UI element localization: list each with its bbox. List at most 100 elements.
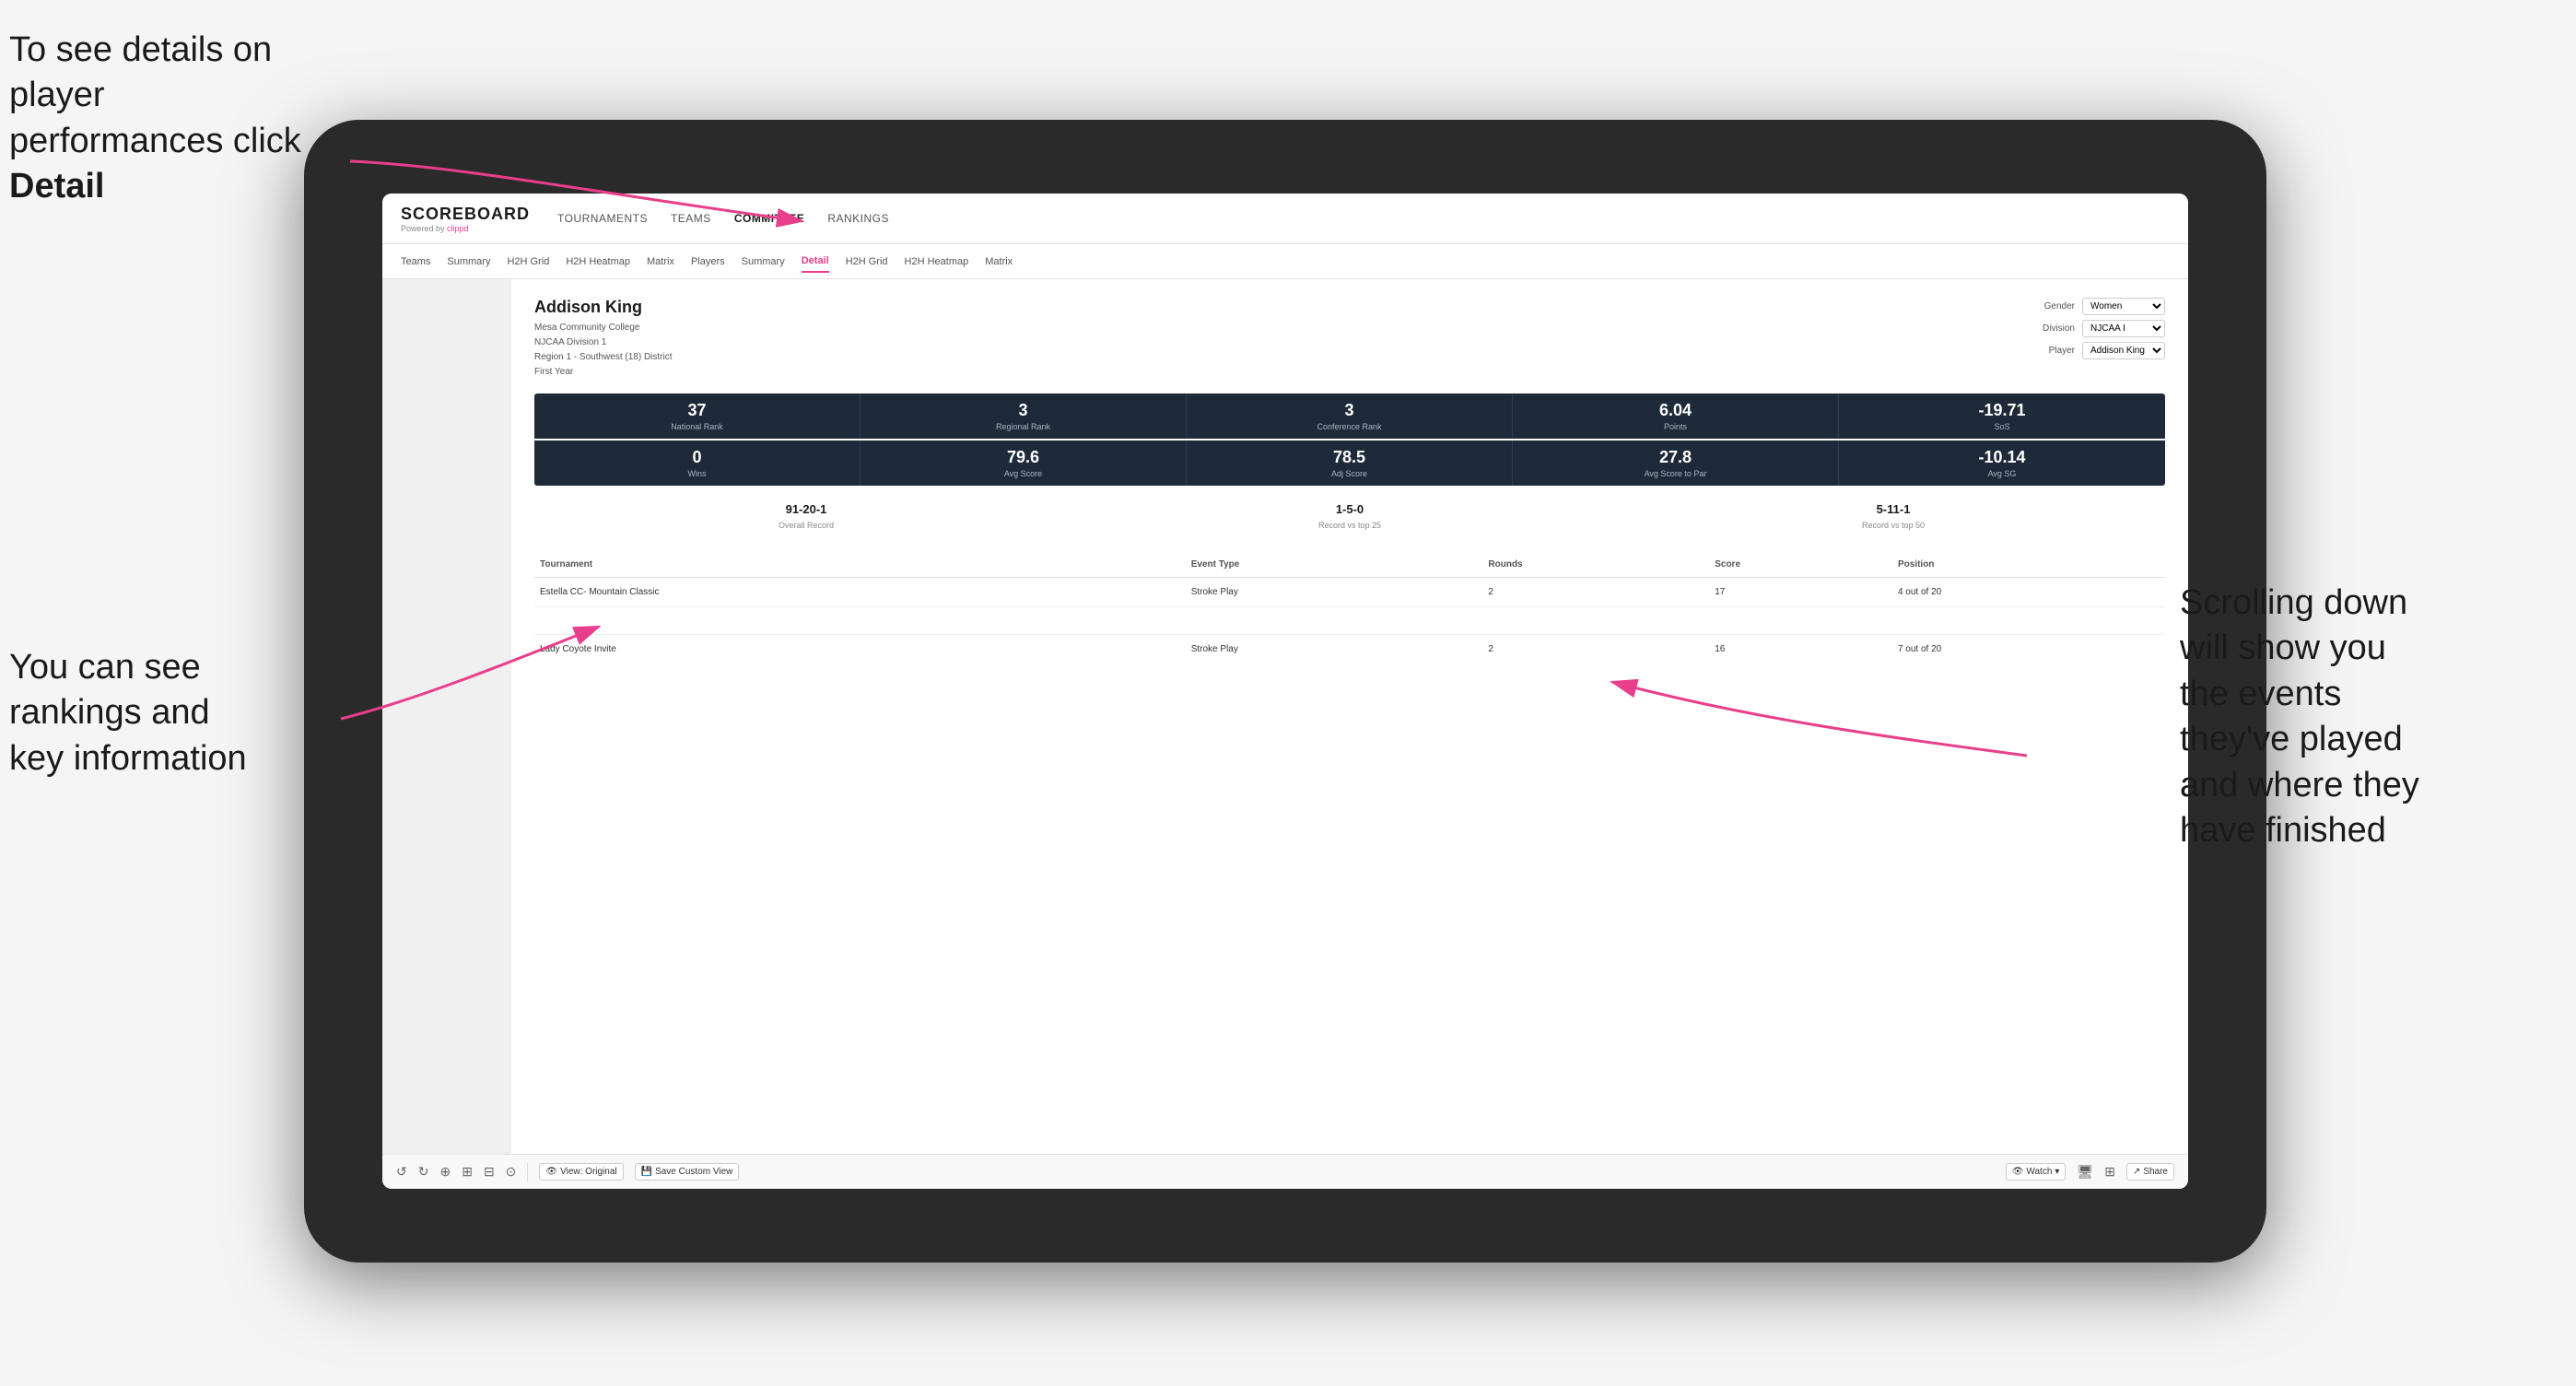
wins-value: 0 <box>544 448 850 467</box>
player-label: Player <box>2049 346 2075 356</box>
logo-powered: Powered by clippd <box>401 224 530 233</box>
col-event-type: Event Type <box>1186 552 1483 578</box>
rounds-2: 2 <box>1482 635 1709 664</box>
record-top50: 5-11-1 Record vs top 50 <box>1622 497 2165 538</box>
watch-icon: 👁 <box>2012 1167 2024 1177</box>
stat-national-rank: 37 National Rank <box>534 393 861 439</box>
player-select[interactable]: Addison King <box>2082 342 2165 359</box>
tablet-device: SCOREBOARD Powered by clippd TOURNAMENTS… <box>304 120 2266 1263</box>
tab-matrix[interactable]: Matrix <box>647 252 674 272</box>
view-original-btn[interactable]: 👁 View: Original <box>539 1163 623 1180</box>
nav-rankings[interactable]: RANKINGS <box>827 207 889 229</box>
national-rank-value: 37 <box>544 401 850 420</box>
nav-committee[interactable]: COMMITTEE <box>734 207 805 229</box>
wins-label: Wins <box>544 469 850 478</box>
avg-sg-value: -10.14 <box>1848 448 2156 467</box>
regional-rank-label: Regional Rank <box>870 422 1177 431</box>
tab-detail[interactable]: Detail <box>802 251 829 273</box>
col-tournament: Tournament <box>534 552 1186 578</box>
save-icon: 💾 <box>641 1167 652 1177</box>
annotation-bottomright: Scrolling down will show you the events … <box>2180 581 2567 853</box>
score-2: 16 <box>1709 635 1892 664</box>
toolbar: ↺ ↻ ⊕ ⊞ ⊟ ⊙ 👁 View: Original 💾 Save Cust… <box>382 1154 2188 1189</box>
top50-record-label: Record vs top 50 <box>1862 521 1925 530</box>
top50-record-value: 5-11-1 <box>1627 502 2160 516</box>
adj-score-value: 78.5 <box>1196 448 1503 467</box>
tab-teams[interactable]: Teams <box>401 252 430 272</box>
nav-teams[interactable]: TEAMS <box>671 207 711 229</box>
top25-record-value: 1-5-0 <box>1083 502 1616 516</box>
division-select[interactable]: NJCAA I <box>2082 320 2165 337</box>
tournament-table: Tournament Event Type Rounds Score Posit… <box>534 552 2165 664</box>
player-header: Addison King Mesa Community College NJCA… <box>534 298 2165 380</box>
redo-icon[interactable]: ↻ <box>418 1164 429 1180</box>
tab-h2h-heatmap2[interactable]: H2H Heatmap <box>905 252 969 272</box>
annotation-topleft: To see details on player performances cl… <box>9 28 322 210</box>
tab-summary2[interactable]: Summary <box>742 252 785 272</box>
toolbar-icon-1[interactable]: ⊕ <box>439 1164 451 1180</box>
player-filter: Player Addison King <box>2049 342 2165 359</box>
event-type-2: Stroke Play <box>1186 635 1483 664</box>
player-name: Addison King <box>534 298 673 317</box>
tournament-name-2: Lady Coyote Invite <box>534 635 1186 664</box>
share-icon: ↗ <box>2133 1167 2140 1177</box>
table-header-row: Tournament Event Type Rounds Score Posit… <box>534 552 2165 578</box>
tab-players[interactable]: Players <box>691 252 725 272</box>
tab-h2h-grid[interactable]: H2H Grid <box>507 252 549 272</box>
stats-grid-row1: 37 National Rank 3 Regional Rank 3 Confe… <box>534 393 2165 439</box>
stat-conference-rank: 3 Conference Rank <box>1187 393 1513 439</box>
adj-score-label: Adj Score <box>1196 469 1503 478</box>
screen-icon[interactable]: 🖥 <box>2077 1164 2093 1180</box>
record-top25: 1-5-0 Record vs top 25 <box>1078 497 1622 538</box>
toolbar-icon-4[interactable]: ⊙ <box>506 1164 517 1180</box>
stat-points: 6.04 Points <box>1513 393 1839 439</box>
player-filters: Gender Women Division NJCAA I <box>2043 298 2165 380</box>
gender-select[interactable]: Women <box>2082 298 2165 315</box>
stat-adj-score: 78.5 Adj Score <box>1187 440 1513 486</box>
stat-avg-score: 79.6 Avg Score <box>861 440 1187 486</box>
overall-record-label: Overall Record <box>779 521 834 530</box>
toolbar-icon-3[interactable]: ⊟ <box>484 1164 495 1180</box>
national-rank-label: National Rank <box>544 422 850 431</box>
chevron-down-icon: ▾ <box>2055 1167 2059 1177</box>
tab-h2h-heatmap[interactable]: H2H Heatmap <box>566 252 630 272</box>
stat-avg-sg: -10.14 Avg SG <box>1839 440 2165 486</box>
eye-icon: 👁 <box>545 1167 557 1177</box>
watch-btn[interactable]: 👁 Watch ▾ <box>2006 1163 2067 1180</box>
player-info: Addison King Mesa Community College NJCA… <box>534 298 673 380</box>
content-panel: Addison King Mesa Community College NJCA… <box>511 279 2188 1154</box>
table-row <box>534 607 2165 635</box>
undo-icon[interactable]: ↺ <box>396 1164 407 1180</box>
share-btn[interactable]: ↗ Share <box>2126 1163 2174 1180</box>
toolbar-divider <box>527 1163 528 1181</box>
tab-h2h-grid2[interactable]: H2H Grid <box>846 252 888 272</box>
avg-score-label: Avg Score <box>870 469 1177 478</box>
regional-rank-value: 3 <box>870 401 1177 420</box>
gender-label: Gender <box>2044 301 2075 311</box>
main-content: Addison King Mesa Community College NJCA… <box>382 279 2188 1154</box>
table-row: Lady Coyote Invite Stroke Play 2 16 7 ou… <box>534 635 2165 664</box>
save-custom-btn[interactable]: 💾 Save Custom View <box>635 1163 740 1180</box>
division-filter: Division NJCAA I <box>2043 320 2165 337</box>
position-2: 7 out of 20 <box>1892 635 2165 664</box>
table-row: Estella CC- Mountain Classic Stroke Play… <box>534 578 2165 607</box>
tab-summary[interactable]: Summary <box>447 252 490 272</box>
conference-rank-value: 3 <box>1196 401 1503 420</box>
sos-value: -19.71 <box>1848 401 2156 420</box>
player-year: First Year <box>534 365 673 380</box>
sos-label: SoS <box>1848 422 2156 431</box>
col-rounds: Rounds <box>1482 552 1709 578</box>
top25-record-label: Record vs top 25 <box>1318 521 1381 530</box>
grid-icon[interactable]: ⊞ <box>2104 1164 2115 1180</box>
sub-nav: Teams Summary H2H Grid H2H Heatmap Matri… <box>382 244 2188 279</box>
toolbar-icon-2[interactable]: ⊞ <box>462 1164 473 1180</box>
stat-regional-rank: 3 Regional Rank <box>861 393 1187 439</box>
nav-tournaments[interactable]: TOURNAMENTS <box>557 207 648 229</box>
avg-score-par-label: Avg Score to Par <box>1522 469 1829 478</box>
stat-avg-score-par: 27.8 Avg Score to Par <box>1513 440 1839 486</box>
tab-matrix2[interactable]: Matrix <box>985 252 1013 272</box>
record-overall: 91-20-1 Overall Record <box>534 497 1078 538</box>
gender-filter: Gender Women <box>2044 298 2165 315</box>
records-row: 91-20-1 Overall Record 1-5-0 Record vs t… <box>534 497 2165 538</box>
stat-wins: 0 Wins <box>534 440 861 486</box>
